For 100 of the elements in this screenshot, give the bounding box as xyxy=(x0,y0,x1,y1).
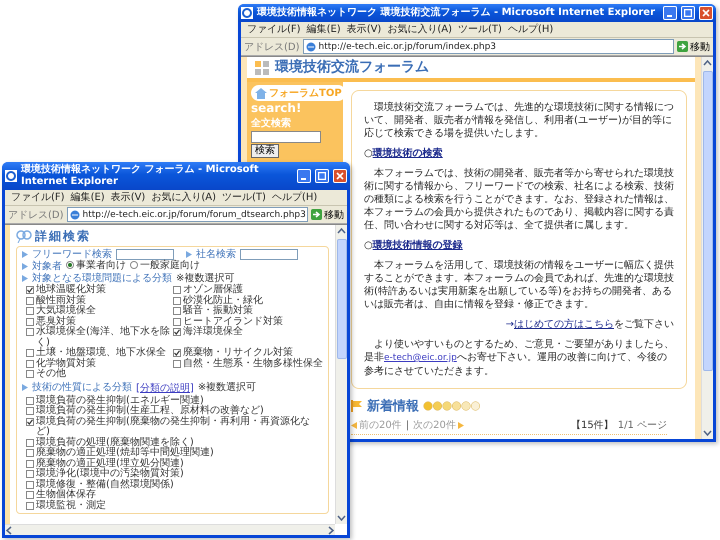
checkbox[interactable] xyxy=(26,370,34,378)
scroll-right-icon[interactable] xyxy=(326,526,335,534)
address-field[interactable]: http://e-tech.eic.or.jp/forum/index.php3 xyxy=(302,39,674,54)
menu-item[interactable]: お気に入り(A) xyxy=(387,23,452,36)
checkbox-option[interactable]: その他 xyxy=(26,369,170,380)
checkbox[interactable] xyxy=(26,307,34,315)
menu-item[interactable]: 表示(V) xyxy=(346,23,382,36)
checkbox[interactable] xyxy=(26,438,34,446)
checkbox[interactable] xyxy=(26,491,34,499)
checkbox-option[interactable]: 悪臭対策 xyxy=(26,316,170,327)
menu-item[interactable]: 表示(V) xyxy=(110,191,146,204)
dots-drawing xyxy=(423,401,481,411)
checkbox-option[interactable]: 廃棄物の適正処理(焼却等中間処理関連) xyxy=(26,448,323,458)
checkbox[interactable] xyxy=(26,449,34,457)
checkbox-option[interactable]: 土壌・地盤環境、地下水保全 xyxy=(26,348,170,358)
checkbox[interactable] xyxy=(26,328,34,336)
close-button[interactable] xyxy=(333,169,347,183)
menu-item[interactable]: ツール(T) xyxy=(458,23,502,36)
checkbox[interactable] xyxy=(26,480,34,488)
fulltext-search-field[interactable] xyxy=(251,131,321,143)
checkbox-option[interactable]: 廃棄物・リサイクル対策 xyxy=(173,348,323,358)
maximize-button[interactable] xyxy=(315,169,329,183)
radio-button[interactable] xyxy=(130,261,138,270)
text-input-field[interactable] xyxy=(116,249,174,260)
menu-item[interactable]: ヘルプ(H) xyxy=(508,23,554,36)
horizontal-scrollbar[interactable] xyxy=(5,524,335,535)
checkbox[interactable] xyxy=(173,307,181,315)
checkbox[interactable] xyxy=(173,296,181,304)
address-field[interactable]: http://e-tech.eic.or.jp/forum/forum_dtsearch.php3 xyxy=(66,207,308,222)
close-button[interactable] xyxy=(699,6,713,20)
scroll-thumb[interactable] xyxy=(702,71,712,371)
checkbox[interactable] xyxy=(26,502,34,510)
checkbox[interactable] xyxy=(173,318,181,326)
checkbox-option[interactable]: 環境浄化(環境中の汚染物質対策) xyxy=(26,469,323,480)
checkbox[interactable] xyxy=(173,328,181,336)
checkbox[interactable] xyxy=(26,360,34,368)
checkbox-option[interactable]: 水環境保全(海洋、地下水を除く) xyxy=(26,327,170,348)
checkbox-option[interactable]: 化学物質対策 xyxy=(26,358,170,369)
checkbox-option[interactable]: 環境負荷の発生抑制(生産工程、原材料の改善など) xyxy=(26,406,323,416)
checkbox[interactable] xyxy=(26,286,34,294)
checkbox-option[interactable]: 環境負荷の処理(廃棄物関連を除く) xyxy=(26,438,323,448)
checkbox[interactable] xyxy=(26,296,34,304)
checkbox-option[interactable]: 環境監視・測定 xyxy=(26,500,323,511)
menu-item[interactable]: 編集(E) xyxy=(70,191,105,204)
checkbox-option[interactable]: 大気環境保全 xyxy=(26,306,170,316)
scroll-left-icon[interactable] xyxy=(5,526,14,534)
email-link[interactable]: e-tech@eic.or.jp xyxy=(384,353,457,363)
news-title: 新着情報 xyxy=(367,398,419,415)
checkbox-option[interactable]: 地球温暖化対策 xyxy=(26,285,170,296)
checkbox[interactable] xyxy=(26,396,34,404)
menu-item[interactable]: ツール(T) xyxy=(222,191,266,204)
fulltext-label: 全文検索 xyxy=(251,116,291,130)
menu-item[interactable]: お気に入り(A) xyxy=(151,191,216,204)
checkbox[interactable] xyxy=(26,349,34,357)
menu-item[interactable]: 編集(E) xyxy=(306,23,341,36)
checkbox-option[interactable]: 環境修復・整備(自然環境関係) xyxy=(26,480,323,490)
minimize-button[interactable] xyxy=(663,6,677,20)
menu-item[interactable]: ファイル(F) xyxy=(247,23,301,36)
checkbox-option[interactable]: 生物個体保存 xyxy=(26,490,323,500)
page-heading: 詳細検索 xyxy=(35,229,91,243)
checkbox-option[interactable]: 海洋環境保全 xyxy=(173,327,323,348)
go-button[interactable]: 移動 xyxy=(311,208,344,222)
checkbox-option[interactable]: 酸性雨対策 xyxy=(26,296,170,306)
checkbox-option[interactable]: 廃棄物の適正処理(埋立処分関連) xyxy=(26,458,323,469)
menu-item[interactable]: ファイル(F) xyxy=(11,191,65,204)
checkbox[interactable] xyxy=(26,470,34,478)
maximize-button[interactable] xyxy=(681,6,695,20)
section-link[interactable]: 環境技術の検索 xyxy=(372,148,443,159)
go-button[interactable]: 移動 xyxy=(677,40,710,54)
checkbox[interactable] xyxy=(173,349,181,357)
scroll-thumb[interactable] xyxy=(336,239,346,359)
checkbox-option[interactable]: ヒートアイランド対策 xyxy=(173,316,323,327)
radio-option[interactable]: 一般家庭向け xyxy=(130,261,200,272)
checkbox-option[interactable]: 砂漠化防止・緑化 xyxy=(173,296,323,306)
contact-paragraph: より使いやすいものとするため、ご意見・ご要望がありましたら、是非e-tech@eic.or.jpへお寄せ下さい。運用の改善に向けて、今後の参考にさせていただきます。 xyxy=(364,338,674,378)
checkbox[interactable] xyxy=(26,318,34,326)
menu-item[interactable]: ヘルプ(H) xyxy=(272,191,318,204)
radio-option[interactable]: 事業者向け xyxy=(66,261,126,272)
checkbox[interactable] xyxy=(26,407,34,415)
vertical-scrollbar[interactable] xyxy=(701,57,713,439)
page-icon xyxy=(70,210,80,220)
explanation-link[interactable]: [分類の説明] xyxy=(136,380,194,394)
search-button[interactable]: 検索 xyxy=(251,144,279,158)
checkbox[interactable] xyxy=(26,418,34,426)
text-input-field[interactable] xyxy=(240,249,298,260)
checkbox-option[interactable]: 騒音・振動対策 xyxy=(173,306,323,316)
vertical-scrollbar[interactable] xyxy=(335,225,347,524)
checkbox[interactable] xyxy=(26,460,34,468)
guide-link[interactable]: はじめての方はこちら xyxy=(514,319,614,330)
checkbox-option[interactable]: 環境負荷の発生抑制(廃棄物の発生抑制・再利用・再資源化など) xyxy=(26,416,323,438)
checkbox[interactable] xyxy=(173,286,181,294)
checkbox[interactable] xyxy=(173,360,181,368)
checkbox-option[interactable]: 自然・生態系・生物多様性保全 xyxy=(173,358,323,369)
speech-bubble-icon xyxy=(16,229,32,243)
minimize-button[interactable] xyxy=(297,169,311,183)
checkbox-option[interactable]: 環境負荷の発生抑制(エネルギー関連) xyxy=(26,396,323,406)
section-link[interactable]: 環境技術情報の登録 xyxy=(372,240,463,251)
nav-separator: | xyxy=(406,420,410,430)
checkbox-option[interactable]: オゾン層保護 xyxy=(173,285,323,296)
radio-button[interactable] xyxy=(66,261,74,270)
